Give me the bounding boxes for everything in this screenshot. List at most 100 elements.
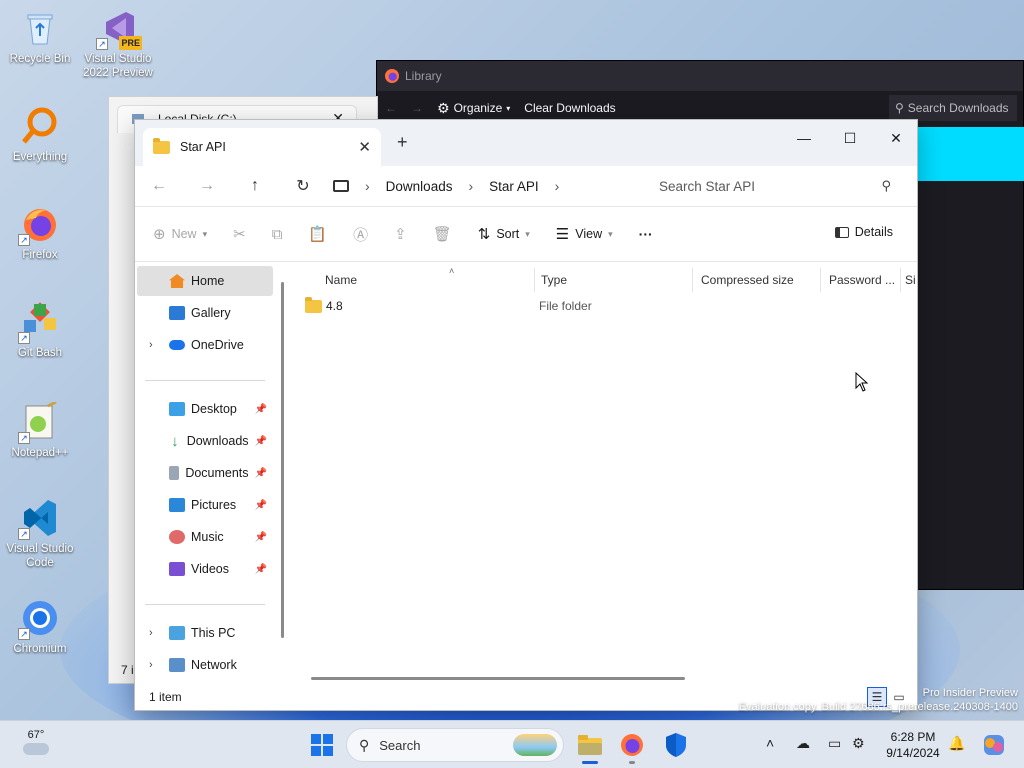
clear-downloads-button[interactable]: Clear Downloads <box>524 101 615 115</box>
desktop-icon-visual-studio[interactable]: PRE ↗ Visual Studio 2022 Preview <box>78 8 158 80</box>
view-button[interactable]: ☰ View ▾ <box>556 225 613 243</box>
copy-button[interactable]: ⧉ <box>272 226 283 243</box>
chevron-right-icon[interactable]: › <box>555 178 560 194</box>
column-header-name[interactable]: Name ˄ <box>317 266 535 292</box>
column-header-type[interactable]: Type <box>533 268 693 292</box>
firefox-icon <box>385 69 399 83</box>
taskbar-firefox[interactable] <box>618 731 646 764</box>
start-button[interactable] <box>308 731 336 759</box>
column-header-password[interactable]: Password ... <box>821 268 901 292</box>
nav-item-network[interactable]: › Network <box>137 650 273 680</box>
taskbar-defender[interactable] <box>662 731 690 759</box>
taskbar: 67° ⚲ Search ˄ ☁ ▭ ⚙ 6:28 PM 9/14/2024 🔔 <box>0 720 1024 768</box>
shortcut-arrow-icon: ↗ <box>18 432 30 444</box>
desktop-icon-chromium[interactable]: ↗ Chromium <box>0 598 80 656</box>
weather-widget[interactable]: 67° <box>16 729 56 755</box>
desktop-icon-firefox[interactable]: ↗ Firefox <box>0 204 80 262</box>
nav-item-gallery[interactable]: Gallery <box>137 298 273 328</box>
paste-button[interactable]: 📋 <box>308 225 327 243</box>
chevron-right-icon[interactable]: › <box>149 659 153 671</box>
nav-item-pictures[interactable]: Pictures 📌 <box>137 490 273 520</box>
rename-button[interactable]: Ⓐ <box>353 224 368 245</box>
pin-icon[interactable]: 📌 <box>255 500 267 511</box>
new-tab-button[interactable]: + <box>397 132 408 153</box>
share-button[interactable]: ⇪ <box>394 225 407 243</box>
nav-item-this-pc[interactable]: › This PC <box>137 618 273 648</box>
nav-item-downloads[interactable]: ↓ Downloads 📌 <box>137 426 273 456</box>
desktop-icon-notepad-plus-plus[interactable]: ↗ Notepad++ <box>0 400 80 460</box>
nav-item-desktop[interactable]: Desktop 📌 <box>137 394 273 424</box>
system-clock[interactable]: 6:28 PM 9/14/2024 <box>882 729 944 761</box>
up-button[interactable]: ↑ <box>231 177 279 195</box>
new-button[interactable]: ⊕ New ▾ <box>153 225 207 243</box>
back-button[interactable]: ← <box>135 177 183 195</box>
folder-icon <box>153 137 170 154</box>
nav-item-music[interactable]: Music 📌 <box>137 522 273 552</box>
pin-icon[interactable]: 📌 <box>255 532 267 543</box>
forward-button[interactable]: → <box>183 177 231 195</box>
pin-icon[interactable]: 📌 <box>255 404 267 415</box>
column-header-size[interactable]: Si <box>901 268 919 292</box>
refresh-button[interactable]: ↻ <box>279 176 327 196</box>
column-header-compressed-size[interactable]: Compressed size <box>693 268 821 292</box>
content-area: Home Gallery › OneDrive Desktop 📌 ↓ Down… <box>135 262 919 686</box>
nav-item-documents[interactable]: Documents 📌 <box>137 458 273 488</box>
close-tab-icon[interactable]: ✕ <box>358 138 371 156</box>
nav-scrollbar[interactable] <box>281 282 284 638</box>
desktop-icon-everything[interactable]: Everything <box>0 106 80 164</box>
onedrive-offline-icon[interactable]: ☁ <box>796 735 810 752</box>
forward-icon[interactable]: → <box>411 101 423 115</box>
library-search-input[interactable]: ⚲ Search Downloads <box>889 95 1017 121</box>
sort-button[interactable]: ⇅ Sort ▾ <box>478 225 530 243</box>
scissors-icon: ✂ <box>233 226 246 243</box>
nav-item-videos[interactable]: Videos 📌 <box>137 554 273 584</box>
chevron-right-icon[interactable]: › <box>149 627 153 639</box>
maximize-button[interactable]: ☐ <box>827 126 873 150</box>
visual-studio-icon: PRE ↗ <box>96 8 142 50</box>
chevron-right-icon[interactable]: › <box>365 178 370 194</box>
details-pane-button[interactable]: Details <box>834 225 893 239</box>
taskbar-file-explorer[interactable] <box>576 731 604 764</box>
everything-search-icon <box>20 106 60 146</box>
desktop-icon-recycle-bin[interactable]: Recycle Bin <box>0 8 80 66</box>
nav-item-home[interactable]: Home <box>137 266 273 296</box>
minimize-button[interactable]: — <box>781 126 827 150</box>
back-icon[interactable]: ← <box>385 101 397 115</box>
trash-icon: 🗑 <box>432 226 452 243</box>
organize-button[interactable]: ⚙ Organize ▾ <box>437 100 510 117</box>
nav-item-onedrive[interactable]: › OneDrive <box>137 330 273 360</box>
library-selected-download[interactable] <box>917 127 1024 181</box>
command-bar: ⊕ New ▾ ✂ ⧉ 📋 Ⓐ ⇪ 🗑 ⇅ Sort ▾ ☰ View ▾ ··… <box>135 206 917 262</box>
delete-button[interactable]: 🗑 <box>433 225 452 243</box>
horizontal-scrollbar[interactable] <box>311 677 685 680</box>
firefox-icon: ↗ <box>18 204 60 246</box>
desktop-icon-vscode[interactable]: ↗ Visual Studio Code <box>0 498 80 570</box>
more-options-button[interactable]: ··· <box>639 226 653 242</box>
search-input[interactable]: Search Star API ⚲ <box>643 168 907 204</box>
pin-icon[interactable]: 📌 <box>255 468 267 479</box>
chevron-right-icon[interactable]: › <box>468 178 473 194</box>
chevron-right-icon[interactable]: › <box>149 339 153 351</box>
close-window-button[interactable]: ✕ <box>873 126 919 150</box>
tab-star-api[interactable]: Star API ✕ <box>143 128 381 166</box>
display-icon[interactable]: ▭ <box>828 735 841 752</box>
copilot-button[interactable] <box>980 731 1008 759</box>
table-row[interactable]: 4.8 File folder <box>305 294 592 318</box>
breadcrumb-star-api[interactable]: Star API <box>489 179 539 194</box>
taskbar-search[interactable]: ⚲ Search <box>346 728 564 762</box>
details-pane-icon <box>834 226 849 238</box>
network-icon <box>169 658 185 672</box>
chevron-up-icon[interactable]: ˄ <box>766 735 774 751</box>
nav-divider <box>145 380 265 381</box>
cut-button[interactable]: ✂ <box>233 225 246 243</box>
this-pc-icon[interactable] <box>333 180 349 192</box>
file-explorer-window[interactable]: Star API ✕ + — ☐ ✕ ← → ↑ ↻ › Downloads ›… <box>134 119 918 711</box>
music-icon <box>169 530 185 544</box>
pin-icon[interactable]: 📌 <box>255 436 267 447</box>
notification-bell-icon[interactable]: 🔔 <box>948 735 965 752</box>
desktop-icon-git-bash[interactable]: ↗ Git Bash <box>0 302 80 360</box>
network-settings-icon[interactable]: ⚙ <box>852 735 865 752</box>
breadcrumb-downloads[interactable]: Downloads <box>386 179 453 194</box>
pin-icon[interactable]: 📌 <box>255 564 267 575</box>
running-indicator <box>629 761 635 764</box>
